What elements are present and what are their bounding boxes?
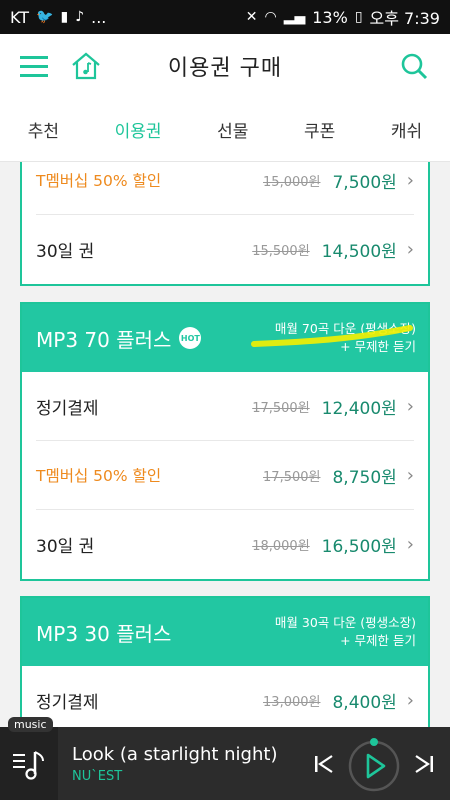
tab-gift[interactable]: 선물 bbox=[211, 117, 254, 142]
battery-percent: 13% bbox=[312, 7, 348, 27]
alert-icon: ▮ bbox=[60, 9, 69, 25]
status-bar: KT 🐦 ▮ ♪ ... ✕ ◠ ▂▄ 13% ▯ 오후 7:39 bbox=[0, 0, 450, 34]
tab-coupon[interactable]: 쿠폰 bbox=[298, 117, 341, 142]
pass-option-row[interactable]: 정기결제 17,500원 12,400원 › bbox=[36, 372, 414, 441]
tab-cash[interactable]: 캐쉬 bbox=[385, 117, 428, 142]
chevron-right-icon: › bbox=[406, 690, 414, 711]
original-price: 15,500원 bbox=[252, 244, 310, 259]
option-label: T멤버십 50% 할인 bbox=[36, 172, 162, 190]
pass-description: 매월 70곡 다운 (평생소장) + 무제한 듣기 bbox=[275, 320, 416, 356]
sale-price: 8,400원 bbox=[332, 693, 397, 713]
page-title: 이용권 구매 bbox=[167, 56, 283, 81]
pass-desc-line1: 매월 30곡 다운 (평생소장) bbox=[274, 615, 416, 630]
carrier-label: KT bbox=[10, 7, 30, 27]
pass-card-mp3-70: MP3 70 플러스 HOT 매월 70곡 다운 (평생소장) + 무제한 듣기… bbox=[20, 302, 430, 581]
sale-price: 8,750원 bbox=[332, 467, 397, 488]
next-button[interactable] bbox=[412, 752, 436, 776]
sale-price: 12,400원 bbox=[321, 398, 397, 419]
original-price: 17,500원 bbox=[263, 469, 321, 485]
original-price: 15,000원 bbox=[263, 174, 321, 190]
sale-price: 16,500원 bbox=[321, 537, 397, 557]
mini-player[interactable]: music Look (a starlight night) NU`EST bbox=[0, 717, 450, 800]
original-price: 17,500원 bbox=[252, 400, 310, 416]
pass-desc-line2: + 무제한 듣기 bbox=[340, 633, 416, 648]
hot-badge: HOT bbox=[179, 327, 202, 349]
play-button[interactable] bbox=[346, 736, 402, 792]
chevron-right-icon: › bbox=[406, 395, 414, 417]
original-price: 13,000원 bbox=[263, 695, 321, 710]
pass-description: 매월 30곡 다운 (평생소장) + 무제한 듣기 bbox=[275, 614, 416, 650]
playlist-music-icon bbox=[13, 750, 44, 780]
option-label: 정기결제 bbox=[36, 398, 99, 419]
battery-icon: ▯ bbox=[354, 9, 363, 25]
original-price: 18,000원 bbox=[252, 539, 310, 554]
pass-card-header: MP3 30 플러스 매월 30곡 다운 (평생소장) + 무제한 듣기 bbox=[22, 598, 428, 666]
signal-icon: ▂▄ bbox=[283, 9, 306, 25]
pass-title: MP3 30 플러스 bbox=[36, 621, 172, 646]
chevron-right-icon: › bbox=[406, 534, 414, 555]
pass-desc-line1: 매월 70곡 다운 (평생소장) bbox=[274, 321, 416, 336]
pass-card: T멤버십 50% 할인 15,000원 7,500원 › 30일 권 15,50… bbox=[20, 162, 430, 286]
hamburger-icon bbox=[20, 56, 48, 77]
sale-price: 7,500원 bbox=[332, 172, 397, 193]
menu-button[interactable] bbox=[4, 34, 64, 98]
now-playing-info[interactable]: Look (a starlight night) NU`EST bbox=[58, 744, 312, 784]
playlist-button[interactable] bbox=[0, 727, 58, 800]
pass-option-row[interactable]: 30일 권 18,000원 16,500원 › bbox=[36, 510, 414, 579]
pass-card-header: MP3 70 플러스 HOT 매월 70곡 다운 (평생소장) + 무제한 듣기 bbox=[22, 304, 428, 372]
twitter-icon: 🐦 bbox=[36, 9, 54, 25]
option-label: T멤버십 50% 할인 bbox=[36, 467, 162, 485]
pass-card-mp3-30: MP3 30 플러스 매월 30곡 다운 (평생소장) + 무제한 듣기 정기결… bbox=[20, 596, 430, 727]
search-button[interactable] bbox=[384, 34, 444, 98]
sale-price: 14,500원 bbox=[321, 242, 397, 262]
chevron-right-icon: › bbox=[406, 464, 414, 486]
more-notifications: ... bbox=[91, 7, 107, 27]
chevron-right-icon: › bbox=[406, 239, 414, 260]
pass-option-row[interactable]: 30일 권 15,500원 14,500원 › bbox=[36, 215, 414, 284]
silent-icon: ✕ bbox=[245, 9, 258, 25]
pass-option-row[interactable]: T멤버십 50% 할인 15,000원 7,500원 › bbox=[36, 162, 414, 215]
tab-recommend[interactable]: 추천 bbox=[22, 117, 65, 142]
pass-option-row[interactable]: 정기결제 13,000원 8,400원 › bbox=[36, 666, 414, 727]
home-button[interactable] bbox=[56, 34, 116, 98]
option-label: 30일 권 bbox=[36, 242, 95, 262]
search-icon bbox=[401, 53, 428, 80]
tab-pass[interactable]: 이용권 bbox=[109, 117, 168, 142]
pass-title: MP3 70 플러스 bbox=[36, 327, 172, 352]
music-tag: music bbox=[8, 717, 53, 732]
chevron-right-icon: › bbox=[406, 169, 414, 191]
wifi-icon: ◠ bbox=[264, 9, 277, 25]
pass-option-row[interactable]: T멤버십 50% 할인 17,500원 8,750원 › bbox=[36, 441, 414, 510]
category-tabs: 추천 이용권 선물 쿠폰 캐쉬 bbox=[0, 98, 450, 162]
home-music-icon bbox=[72, 52, 100, 80]
music-note-icon: ♪ bbox=[75, 9, 85, 25]
track-artist: NU`EST bbox=[72, 768, 123, 784]
pass-desc-line2: + 무제한 듣기 bbox=[340, 339, 416, 354]
option-label: 30일 권 bbox=[36, 537, 95, 557]
track-title: Look (a starlight night) bbox=[72, 743, 278, 765]
app-header: 이용권 구매 bbox=[0, 34, 450, 98]
clock: 오후 7:39 bbox=[369, 9, 440, 28]
previous-button[interactable] bbox=[312, 752, 336, 776]
option-label: 정기결제 bbox=[36, 693, 99, 713]
pass-list[interactable]: T멤버십 50% 할인 15,000원 7,500원 › 30일 권 15,50… bbox=[0, 162, 450, 727]
